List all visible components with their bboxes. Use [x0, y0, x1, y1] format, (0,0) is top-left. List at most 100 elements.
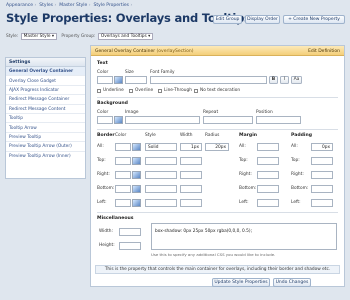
overline-checkbox[interactable] — [129, 89, 133, 93]
color-picker-icon[interactable] — [132, 185, 141, 193]
border-left-width-input[interactable] — [180, 199, 202, 207]
padding-left-label: Left: — [291, 200, 301, 205]
text-size-input[interactable] — [125, 76, 147, 84]
margin-right-input[interactable] — [257, 171, 279, 179]
panel-title: General Overlay Container — [95, 48, 156, 54]
divider — [97, 212, 338, 213]
color-picker-icon[interactable] — [114, 76, 123, 84]
border-bottom-label: Bottom: — [97, 186, 115, 191]
update-style-properties-button[interactable]: Update Style Properties — [212, 278, 270, 287]
padding-all-label: All: — [291, 144, 298, 149]
breadcrumb-appearance[interactable]: Appearance — [6, 3, 33, 8]
border-bottom-color-input[interactable] — [115, 185, 131, 193]
sidebar-item-general-overlay-container[interactable]: General Overlay Container — [6, 67, 85, 77]
panel-header: General Overlay Container (overlaySectio… — [91, 46, 344, 56]
underline-label: Underline — [103, 88, 124, 93]
padding-top-label: Top: — [291, 158, 300, 163]
sidebar-item-ajax-progress-indicator[interactable]: AJAX Progress Indicator — [6, 86, 85, 96]
bg-color-label: Color — [97, 110, 109, 115]
border-top-style-select[interactable] — [145, 157, 177, 165]
sidebar-item-preview-tooltip[interactable]: Preview Tooltip — [6, 133, 85, 143]
border-top-width-input[interactable] — [180, 157, 202, 165]
property-group-select[interactable]: Overlays and Tooltips ▾ — [97, 33, 154, 40]
margin-all-input[interactable] — [257, 143, 279, 151]
border-width-label: Width — [180, 133, 193, 138]
bg-repeat-select[interactable] — [203, 116, 253, 124]
color-picker-icon[interactable] — [114, 116, 123, 124]
color-picker-icon[interactable] — [132, 143, 141, 151]
extra-css-hint: Use this to specify any additional CSS y… — [151, 252, 276, 257]
border-right-color-input[interactable] — [115, 171, 131, 179]
color-picker-icon[interactable] — [132, 199, 141, 207]
bold-button[interactable]: B — [269, 76, 278, 84]
italic-button[interactable]: I — [280, 76, 289, 84]
border-bottom-style-select[interactable] — [145, 185, 177, 193]
padding-bottom-input[interactable] — [311, 185, 333, 193]
margin-left-label: Left: — [239, 200, 249, 205]
padding-all-input[interactable]: 0px — [311, 143, 333, 151]
bg-position-input[interactable] — [256, 116, 301, 124]
margin-left-input[interactable] — [257, 199, 279, 207]
style-select[interactable]: Master Style ▾ — [20, 33, 57, 40]
style-label: Style: — [6, 34, 19, 39]
misc-height-input[interactable] — [119, 242, 141, 250]
sidebar-item-redirect-message-container[interactable]: Redirect Message Container — [6, 95, 85, 105]
bg-color-input[interactable] — [97, 116, 113, 124]
padding-left-input[interactable] — [311, 199, 333, 207]
edit-definition-link[interactable]: Edit Definition — [308, 49, 340, 54]
background-heading: Background — [97, 101, 128, 106]
bg-image-input[interactable] — [125, 116, 200, 124]
border-all-label: All: — [97, 144, 104, 149]
breadcrumb-styles[interactable]: Styles — [39, 3, 53, 8]
border-heading: Border — [97, 133, 115, 138]
sidebar-item-overlay-close-gadget[interactable]: Overlay Close Gadget — [6, 76, 85, 86]
panel-subtitle: (overlaySection) — [156, 48, 194, 54]
property-description: This is the property that controls the m… — [95, 265, 340, 274]
edit-group-button[interactable]: Edit Group — [213, 15, 242, 24]
line-through-checkbox[interactable] — [158, 89, 162, 93]
padding-top-input[interactable] — [311, 157, 333, 165]
border-right-width-input[interactable] — [180, 171, 202, 179]
border-width-input[interactable]: 1px — [180, 143, 202, 151]
sidebar-header: Settings — [6, 58, 85, 67]
border-left-color-input[interactable] — [115, 199, 131, 207]
margin-heading: Margin — [239, 133, 258, 138]
color-picker-icon[interactable] — [132, 157, 141, 165]
border-style-select[interactable]: Solid — [145, 143, 177, 151]
border-top-color-input[interactable] — [115, 157, 131, 165]
margin-bottom-label: Bottom: — [239, 186, 257, 191]
text-case-button[interactable]: Aa — [291, 76, 302, 84]
breadcrumb-master-style[interactable]: Master Style — [59, 3, 87, 8]
padding-right-input[interactable] — [311, 171, 333, 179]
border-right-style-select[interactable] — [145, 171, 177, 179]
font-family-input[interactable] — [150, 76, 267, 84]
margin-top-input[interactable] — [257, 157, 279, 165]
text-color-input[interactable] — [97, 76, 113, 84]
border-radius-input[interactable]: 20px — [205, 143, 229, 151]
chevron-right-icon: › — [88, 3, 91, 8]
padding-heading: Padding — [291, 133, 313, 138]
no-decoration-checkbox[interactable] — [194, 89, 198, 93]
settings-sidebar: Settings General Overlay Container Overl… — [5, 57, 86, 179]
text-heading: Text — [97, 61, 108, 66]
underline-checkbox[interactable] — [97, 89, 101, 93]
border-bottom-width-input[interactable] — [180, 185, 202, 193]
display-order-button[interactable]: Display Order — [245, 15, 280, 24]
property-group-label: Property Group: — [61, 34, 96, 39]
sidebar-item-redirect-message-content[interactable]: Redirect Message Content — [6, 105, 85, 114]
extra-css-textarea[interactable]: box-shadow: 0px 25px 50px rgba(0,0,0, 0.… — [151, 223, 337, 250]
create-property-button[interactable]: + Create New Property — [283, 15, 345, 24]
border-color-label: Color — [115, 133, 127, 138]
sidebar-item-tooltip[interactable]: Tooltip — [6, 114, 85, 124]
no-decoration-label: No text decoration — [200, 88, 241, 93]
sidebar-item-preview-tooltip-arrow-outer[interactable]: Preview Tooltip Arrow (Outer) — [6, 142, 85, 152]
misc-width-input[interactable] — [119, 228, 141, 236]
sidebar-item-preview-tooltip-arrow-inner[interactable]: Preview Tooltip Arrow (Inner) — [6, 152, 85, 161]
margin-bottom-input[interactable] — [257, 185, 279, 193]
breadcrumb-style-properties[interactable]: Style Properties — [94, 3, 129, 8]
border-all-color-input[interactable] — [115, 143, 131, 151]
color-picker-icon[interactable] — [132, 171, 141, 179]
undo-changes-button[interactable]: Undo Changes — [273, 278, 311, 287]
border-left-style-select[interactable] — [145, 199, 177, 207]
sidebar-item-tooltip-arrow[interactable]: Tooltip Arrow — [6, 123, 85, 133]
